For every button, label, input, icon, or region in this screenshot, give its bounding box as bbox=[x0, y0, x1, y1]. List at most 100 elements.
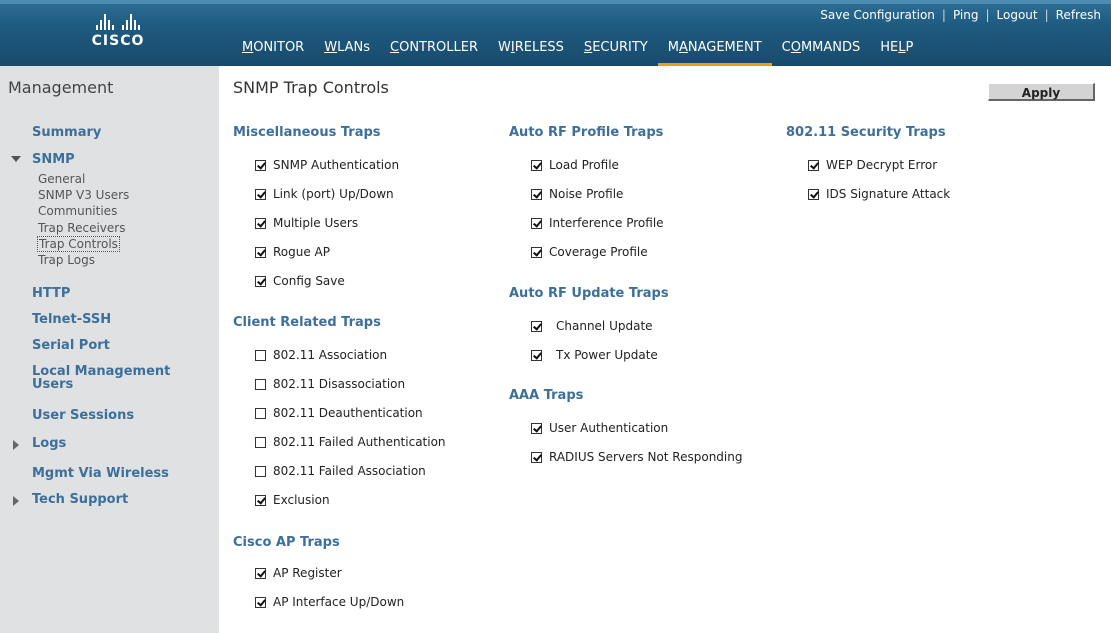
checked-checkbox[interactable] bbox=[255, 596, 266, 608]
checked-checkbox[interactable] bbox=[531, 349, 542, 361]
trap-checkbox-row[interactable]: Interference Profile bbox=[531, 216, 664, 230]
sidebar-item-serial-port[interactable]: Serial Port bbox=[32, 338, 110, 353]
trap-label: Config Save bbox=[273, 274, 345, 288]
checked-checkbox[interactable] bbox=[255, 567, 266, 579]
sidebar-item-telnet-ssh[interactable]: Telnet-SSH bbox=[32, 312, 111, 327]
nav-tab-management[interactable]: MANAGEMENT bbox=[657, 38, 772, 66]
trap-checkbox-row[interactable]: Channel Update bbox=[531, 319, 653, 333]
checked-checkbox[interactable] bbox=[255, 159, 266, 171]
trap-label: Channel Update bbox=[556, 319, 653, 333]
nav-tab-label: WIRELESS bbox=[498, 40, 564, 55]
checked-checkbox[interactable] bbox=[255, 246, 266, 258]
sidebar-subitem-trap-logs[interactable]: Trap Logs bbox=[38, 253, 95, 267]
trap-label: Load Profile bbox=[549, 158, 619, 172]
trap-label: Multiple Users bbox=[273, 216, 359, 230]
sidebar-item-summary[interactable]: Summary bbox=[32, 125, 101, 140]
trap-checkbox-row[interactable]: SNMP Authentication bbox=[255, 158, 399, 172]
unchecked-checkbox[interactable] bbox=[255, 407, 266, 419]
trap-checkbox-row[interactable]: Exclusion bbox=[255, 493, 330, 507]
separator: | bbox=[985, 8, 990, 22]
nav-tab-label: HELP bbox=[880, 40, 914, 55]
trap-checkbox-row[interactable]: Rogue AP bbox=[255, 245, 330, 259]
apply-button[interactable]: Apply bbox=[988, 83, 1095, 101]
ping-link[interactable]: Ping bbox=[949, 8, 983, 22]
trap-checkbox-row[interactable]: Config Save bbox=[255, 274, 345, 288]
checked-checkbox[interactable] bbox=[255, 217, 266, 229]
refresh-link[interactable]: Refresh bbox=[1052, 8, 1105, 22]
trap-label: IDS Signature Attack bbox=[826, 187, 951, 201]
sidebar-item-mgmt-via-wireless[interactable]: Mgmt Via Wireless bbox=[32, 466, 169, 481]
sidebar-subitem-trap-controls[interactable]: Trap Controls bbox=[37, 236, 120, 252]
unchecked-checkbox[interactable] bbox=[255, 465, 266, 477]
nav-tab-wlans[interactable]: WLANs bbox=[314, 38, 380, 66]
trap-checkbox-row[interactable]: IDS Signature Attack bbox=[808, 187, 950, 201]
checked-checkbox[interactable] bbox=[531, 217, 542, 229]
checked-checkbox[interactable] bbox=[531, 422, 542, 434]
checked-checkbox[interactable] bbox=[531, 246, 542, 258]
trap-checkbox-row[interactable]: RADIUS Servers Not Responding bbox=[531, 450, 742, 464]
section-heading-ap: Cisco AP Traps bbox=[233, 535, 340, 550]
nav-tab-monitor[interactable]: MONITOR bbox=[232, 38, 314, 66]
nav-tab-wireless[interactable]: WIRELESS bbox=[488, 38, 574, 66]
trap-label: RADIUS Servers Not Responding bbox=[549, 450, 743, 464]
trap-label: Link (port) Up/Down bbox=[273, 187, 394, 201]
unchecked-checkbox[interactable] bbox=[255, 378, 266, 390]
nav-tab-controller[interactable]: CONTROLLER bbox=[380, 38, 488, 66]
checked-checkbox[interactable] bbox=[531, 188, 542, 200]
trap-checkbox-row[interactable]: 802.11 Deauthentication bbox=[255, 406, 423, 420]
save-configuration-link[interactable]: Save Configuration bbox=[816, 8, 939, 22]
section-heading-client: Client Related Traps bbox=[233, 315, 381, 330]
trap-checkbox-row[interactable]: Noise Profile bbox=[531, 187, 623, 201]
nav-tab-commands[interactable]: COMMANDS bbox=[772, 38, 871, 66]
checked-checkbox[interactable] bbox=[808, 159, 819, 171]
sidebar-item-user-sessions[interactable]: User Sessions bbox=[32, 408, 134, 423]
sidebar-subitem-general[interactable]: General bbox=[38, 172, 85, 186]
checked-checkbox[interactable] bbox=[531, 451, 542, 463]
sidebar-subitem-trap-receivers[interactable]: Trap Receivers bbox=[38, 221, 125, 235]
checked-checkbox[interactable] bbox=[255, 188, 266, 200]
checked-checkbox[interactable] bbox=[531, 159, 542, 171]
trap-checkbox-row[interactable]: Load Profile bbox=[531, 158, 619, 172]
trap-checkbox-row[interactable]: Tx Power Update bbox=[531, 348, 658, 362]
trap-label: 802.11 Association bbox=[273, 348, 388, 362]
trap-checkbox-row[interactable]: Multiple Users bbox=[255, 216, 358, 230]
logout-link[interactable]: Logout bbox=[993, 8, 1042, 22]
sidebar-item-local-management-users[interactable]: Users bbox=[32, 377, 73, 392]
trap-checkbox-row[interactable]: WEP Decrypt Error bbox=[808, 158, 937, 172]
collapsed-arrow-icon[interactable] bbox=[13, 496, 19, 506]
sidebar-item-logs[interactable]: Logs bbox=[32, 436, 66, 451]
trap-checkbox-row[interactable]: User Authentication bbox=[531, 421, 668, 435]
checked-checkbox[interactable] bbox=[531, 320, 542, 332]
nav-tab-security[interactable]: SECURITY bbox=[574, 38, 658, 66]
trap-label: 802.11 Failed Association bbox=[273, 464, 426, 478]
checked-checkbox[interactable] bbox=[255, 494, 266, 506]
sidebar-item-tech-support[interactable]: Tech Support bbox=[32, 492, 128, 507]
trap-checkbox-row[interactable]: AP Register bbox=[255, 566, 342, 580]
sidebar-subitem-communities[interactable]: Communities bbox=[38, 204, 117, 218]
nav-tab-help[interactable]: HELP bbox=[870, 38, 923, 66]
expanded-arrow-icon[interactable] bbox=[11, 156, 21, 162]
trap-checkbox-row[interactable]: Coverage Profile bbox=[531, 245, 648, 259]
trap-label: Rogue AP bbox=[273, 245, 331, 259]
unchecked-checkbox[interactable] bbox=[255, 349, 266, 361]
trap-label: AP Register bbox=[273, 566, 342, 580]
trap-label: 802.11 Disassociation bbox=[273, 377, 406, 391]
unchecked-checkbox[interactable] bbox=[255, 436, 266, 448]
nav-tab-label: COMMANDS bbox=[781, 40, 861, 55]
checked-checkbox[interactable] bbox=[255, 275, 266, 287]
sidebar-item-http[interactable]: HTTP bbox=[32, 286, 70, 301]
trap-checkbox-row[interactable]: 802.11 Failed Authentication bbox=[255, 435, 446, 449]
trap-checkbox-row[interactable]: 802.11 Association bbox=[255, 348, 387, 362]
trap-checkbox-row[interactable]: Link (port) Up/Down bbox=[255, 187, 394, 201]
trap-checkbox-row[interactable]: AP Interface Up/Down bbox=[255, 595, 404, 609]
sidebar-title: Management bbox=[8, 78, 114, 97]
section-heading-security: 802.11 Security Traps bbox=[786, 125, 946, 140]
trap-checkbox-row[interactable]: 802.11 Disassociation bbox=[255, 377, 405, 391]
sidebar-subitem-snmp-v3-users[interactable]: SNMP V3 Users bbox=[38, 188, 129, 202]
checked-checkbox[interactable] bbox=[808, 188, 819, 200]
trap-label: 802.11 Deauthentication bbox=[273, 406, 423, 420]
collapsed-arrow-icon[interactable] bbox=[13, 440, 19, 450]
utility-links: Save Configuration | Ping | Logout | Ref… bbox=[816, 8, 1105, 22]
trap-checkbox-row[interactable]: 802.11 Failed Association bbox=[255, 464, 426, 478]
sidebar-item-snmp[interactable]: SNMP bbox=[32, 152, 75, 167]
